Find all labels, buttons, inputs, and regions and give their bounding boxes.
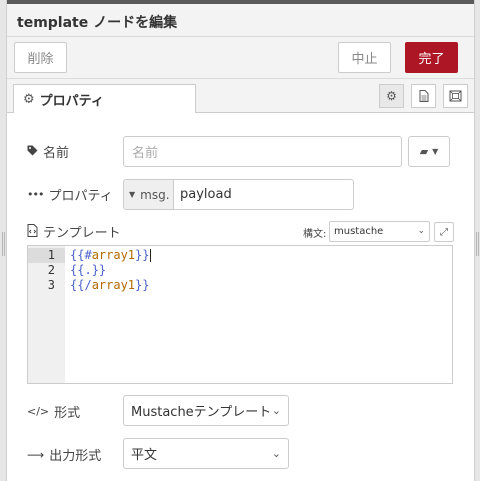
- syntax-label: 構文:: [303, 229, 327, 240]
- format-label-text: 形式: [54, 406, 81, 421]
- code-line: {{#array1}}: [70, 248, 151, 263]
- dialog-button-bar: 削除 中止 完了: [7, 37, 474, 79]
- code-line: {{/array1}}: [70, 278, 150, 293]
- format-select[interactable]: Mustacheテンプレート ⌄: [123, 395, 289, 426]
- tab-settings[interactable]: ⚙: [379, 84, 404, 108]
- text-cursor: [149, 249, 151, 262]
- line-number: 1: [47, 248, 55, 262]
- dialog-title-bar: template ノードを編集: [7, 4, 474, 37]
- properties-panel: 名前 名前 ▰ ▼ ••• プロパティ ▼ msg. payload テンプレー…: [7, 113, 474, 481]
- name-input-placeholder: 名前: [132, 146, 159, 161]
- template-label: テンプレート: [27, 222, 121, 241]
- tab-appearance[interactable]: [443, 84, 468, 108]
- output-label: ⟶ 出力形式: [27, 445, 102, 465]
- gear-icon: ⚙: [386, 89, 397, 103]
- line-number: 2: [47, 263, 55, 277]
- mustache-close: }}: [91, 263, 107, 277]
- name-input[interactable]: 名前: [123, 136, 402, 167]
- syntax-select-value: mustache: [334, 226, 384, 237]
- frame-icon: [449, 90, 462, 102]
- expand-editor-button[interactable]: ⤢: [434, 222, 454, 242]
- editor-gutter: 1 2 3: [28, 246, 65, 383]
- output-select-value: 平文: [131, 448, 158, 463]
- mustache-open: {{#: [70, 248, 92, 262]
- template-label-text: テンプレート: [43, 226, 121, 241]
- active-line-gutter: [28, 248, 65, 263]
- name-label-text: 名前: [43, 146, 70, 161]
- delete-button[interactable]: 削除: [14, 42, 67, 73]
- property-value[interactable]: payload: [174, 180, 232, 209]
- property-label-text: プロパティ: [48, 189, 113, 204]
- mustache-open: {{.: [70, 263, 92, 277]
- gear-icon: ⚙: [23, 92, 35, 107]
- book-icon: ▰: [419, 145, 429, 158]
- right-resize-edge[interactable]: [474, 0, 480, 481]
- tab-description[interactable]: [411, 84, 436, 108]
- property-label: ••• プロパティ: [27, 185, 113, 204]
- caret-down-icon: ▼: [129, 190, 136, 199]
- chevron-down-icon: ▼: [432, 147, 439, 156]
- right-grip-handle[interactable]: [476, 232, 479, 256]
- left-grip-handle[interactable]: [2, 232, 5, 256]
- chevron-down-icon: ⌄: [271, 404, 281, 417]
- cancel-button[interactable]: 中止: [338, 42, 391, 73]
- property-prefix: msg.: [140, 187, 170, 202]
- syntax-select[interactable]: mustache ⌄: [329, 221, 430, 242]
- mustache-open: {{/: [70, 278, 92, 292]
- tab-properties[interactable]: ⚙ プロパティ: [13, 84, 196, 114]
- dialog-title: template ノードを編集: [17, 15, 178, 31]
- template-code-editor[interactable]: 1 2 3 {{#array1}} {{.}} {{/array1}}: [27, 245, 453, 384]
- property-typed-input[interactable]: ▼ msg. payload: [123, 179, 354, 210]
- arrow-right-icon: ⟶: [27, 447, 45, 462]
- chevron-down-icon: ⌄: [417, 226, 425, 236]
- file-code-icon: [27, 223, 38, 240]
- property-type-selector[interactable]: ▼ msg.: [124, 180, 174, 209]
- code-line: {{.}}: [70, 263, 106, 278]
- left-resize-edge[interactable]: [0, 0, 7, 481]
- expand-icon: ⤢: [440, 226, 448, 238]
- tab-bar: ⚙ プロパティ ⚙: [7, 79, 474, 114]
- format-select-value: Mustacheテンプレート: [131, 405, 272, 420]
- mustache-close: }}: [135, 248, 150, 262]
- tab-properties-label: プロパティ: [39, 94, 104, 109]
- tag-icon: [27, 145, 38, 159]
- mustache-key: array1: [91, 278, 136, 292]
- chevron-down-icon: ⌄: [271, 447, 281, 460]
- ellipsis-icon: •••: [27, 188, 44, 201]
- format-label: </> 形式: [27, 402, 80, 421]
- output-label-text: 出力形式: [49, 449, 102, 464]
- mustache-key: array1: [91, 248, 136, 262]
- document-icon: [419, 90, 428, 102]
- line-number: 3: [47, 278, 55, 292]
- output-select[interactable]: 平文 ⌄: [123, 438, 289, 469]
- node-library-button[interactable]: ▰ ▼: [408, 136, 450, 167]
- name-label: 名前: [27, 142, 69, 161]
- code-icon: </>: [27, 405, 50, 418]
- mustache-close: }}: [135, 278, 150, 292]
- done-button[interactable]: 完了: [405, 42, 458, 73]
